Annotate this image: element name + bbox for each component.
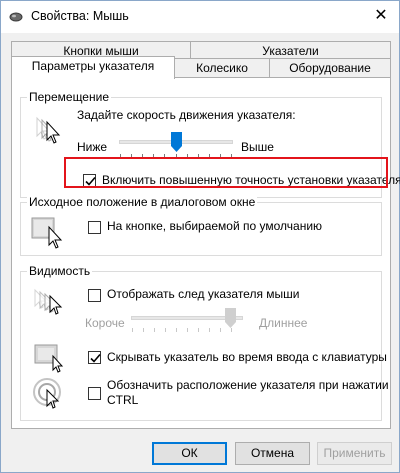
- ok-button-label: ОК: [181, 446, 198, 460]
- slider-thumb[interactable]: [171, 132, 182, 152]
- cancel-button-label: Отмена: [250, 446, 295, 460]
- tab-label: Колесико: [196, 61, 248, 75]
- locate-pointer-icon: [33, 378, 61, 409]
- title-bar: Свойства: Мышь ✕: [1, 1, 399, 33]
- slider-tick: [220, 328, 221, 332]
- apply-button-label: Применить: [323, 446, 386, 460]
- apply-button[interactable]: Применить: [317, 442, 392, 465]
- pointer-speed-icon: [36, 116, 61, 144]
- locate-pointer-label[interactable]: Обозначить расположение указателя при на…: [107, 378, 389, 392]
- slider-thumb: [225, 308, 236, 328]
- snap-label[interactable]: На кнопке, выбираемой по умолчанию: [107, 219, 322, 233]
- highlight-box: [64, 157, 388, 188]
- visibility-group: Видимость Отображать след указателя мыши…: [20, 264, 389, 421]
- mouse-properties-dialog: Свойства: Мышь ✕ Кнопки мыши Указатели П…: [0, 0, 400, 473]
- slider-tick: [154, 328, 155, 332]
- trails-checkbox[interactable]: [88, 289, 101, 302]
- group-label: Перемещение: [27, 90, 111, 104]
- pointer-trails-icon: [34, 288, 63, 315]
- close-button[interactable]: ✕: [369, 5, 393, 27]
- snap-to-button-icon: [31, 217, 63, 249]
- slider-tick: [209, 328, 210, 332]
- slider-tick: [176, 328, 177, 332]
- close-icon: ✕: [374, 7, 388, 24]
- slider-tick: [132, 328, 133, 332]
- hide-pointer-checkbox[interactable]: [88, 351, 101, 364]
- tab-label: Параметры указателя: [31, 59, 155, 73]
- hide-pointer-label[interactable]: Скрывать указатель во время ввода с клав…: [107, 350, 387, 364]
- mouse-icon: [9, 12, 23, 22]
- locate-pointer-checkbox[interactable]: [88, 387, 101, 400]
- slider-tick: [165, 328, 166, 332]
- trails-short-label: Короче: [85, 316, 125, 330]
- ok-button[interactable]: ОК: [152, 442, 227, 465]
- tab-hardware[interactable]: Оборудование: [269, 58, 391, 79]
- speed-slow-label: Ниже: [77, 140, 108, 154]
- tab-label: Указатели: [262, 44, 319, 58]
- slider-tick: [187, 328, 188, 332]
- trails-long-label: Длиннее: [259, 316, 308, 330]
- group-label: Видимость: [27, 264, 93, 278]
- speed-fast-label: Выше: [241, 140, 274, 154]
- group-label: Исходное положение в диалоговом окне: [27, 195, 258, 209]
- snap-to-group: Исходное положение в диалоговом окне На …: [20, 195, 382, 256]
- cancel-button[interactable]: Отмена: [235, 442, 310, 465]
- slider-tick: [231, 328, 232, 332]
- speed-slider[interactable]: [119, 132, 233, 160]
- trails-label[interactable]: Отображать след указателя мыши: [107, 287, 300, 301]
- slider-tick: [143, 328, 144, 332]
- locate-pointer-label-line2[interactable]: CTRL: [107, 393, 138, 407]
- tab-pointer-options[interactable]: Параметры указателя: [11, 56, 175, 79]
- speed-label: Задайте скорость движения указателя:: [77, 108, 296, 122]
- snap-checkbox[interactable]: [88, 221, 101, 234]
- tab-wheel[interactable]: Колесико: [174, 58, 270, 79]
- window-title: Свойства: Мышь: [31, 9, 129, 23]
- slider-tick: [198, 328, 199, 332]
- tab-panel-pointer-options: Перемещение Задайте скорость движения ук…: [11, 77, 400, 429]
- checkmark-icon: [90, 353, 101, 363]
- trails-slider[interactable]: [131, 308, 243, 334]
- tab-label: Оборудование: [289, 61, 371, 75]
- hide-pointer-icon: [34, 344, 64, 373]
